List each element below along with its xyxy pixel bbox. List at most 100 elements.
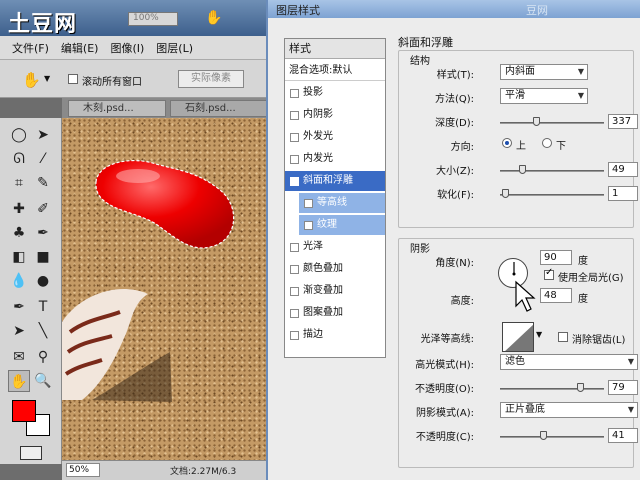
style-item-checkbox[interactable] (290, 173, 299, 193)
style-item-checkbox[interactable] (290, 133, 299, 142)
style-item-color-overlay[interactable]: 颜色叠加 (285, 259, 385, 279)
hand-tool-icon[interactable]: ✋ (22, 71, 41, 89)
direction-down-radio[interactable] (542, 138, 552, 148)
menu-file[interactable]: 文件(F) (12, 40, 49, 56)
direction-up-radio[interactable] (502, 138, 512, 148)
anti-alias-checkbox[interactable] (558, 332, 568, 342)
highlight-opacity-slider[interactable] (500, 383, 604, 392)
eraser-tool-icon[interactable]: ◧ (8, 246, 30, 268)
style-item-checkbox[interactable] (290, 155, 299, 164)
contour-linear-icon (505, 324, 533, 351)
menu-layer[interactable]: 图层(L) (156, 40, 193, 56)
style-item-checkbox[interactable] (290, 331, 299, 340)
gloss-contour-swatch[interactable] (502, 322, 534, 352)
slice-tool-icon[interactable]: ✎ (32, 172, 54, 194)
shadow-opacity-slider[interactable] (500, 431, 604, 440)
clone-stamp-icon[interactable]: ♣ (8, 222, 30, 244)
pen-tool-icon[interactable]: ✒ (8, 296, 30, 318)
marquee-tool-icon[interactable]: ◯ (8, 124, 30, 146)
style-item-checkbox[interactable] (290, 243, 299, 252)
eyedropper-icon[interactable]: ⚲ (32, 346, 54, 368)
status-zoom-field[interactable]: 50% (66, 463, 100, 477)
quick-mask-button[interactable] (20, 446, 42, 460)
zoom-level-dropdown[interactable]: 100% (128, 12, 178, 26)
soften-slider-thumb[interactable] (501, 189, 509, 198)
menu-image[interactable]: 图像(I) (110, 40, 144, 56)
soften-input[interactable]: 1 (608, 186, 638, 201)
altitude-input[interactable]: 48 (540, 288, 572, 303)
angle-label: 角度(N): (435, 258, 474, 269)
document-size-info: 文档:2.27M/6.3 (170, 467, 237, 477)
tab-stone-carving[interactable]: 石刻.psd... (170, 100, 270, 117)
method-dropdown[interactable]: 平滑 (500, 88, 588, 104)
highlight-opacity-slider-thumb[interactable] (576, 383, 584, 392)
angle-input[interactable]: 90 (540, 250, 572, 265)
highlight-opacity-label: 不透明度(O): (414, 384, 474, 395)
highlight-mode-dropdown[interactable]: 滤色 (500, 354, 638, 370)
notes-tool-icon[interactable]: ✉ (8, 346, 30, 368)
shadow-mode-dropdown[interactable]: 正片叠底 (500, 402, 638, 418)
image-canvas[interactable] (62, 118, 270, 460)
style-item-checkbox[interactable] (290, 309, 299, 318)
style-item-checkbox[interactable] (304, 221, 313, 230)
depth-input[interactable]: 337 (608, 114, 638, 129)
chevron-down-icon[interactable]: ▼ (536, 330, 542, 339)
depth-slider-thumb[interactable] (532, 117, 540, 126)
style-item-inner-glow[interactable]: 内发光 (285, 149, 385, 169)
watermark-ghost-title: 豆网 (526, 4, 548, 17)
foreground-color-swatch[interactable] (12, 400, 36, 422)
hand-tool-icon[interactable]: ✋ (8, 370, 30, 392)
lasso-tool-icon[interactable]: ᘏ (8, 148, 30, 170)
path-selection-icon[interactable]: ➤ (8, 320, 30, 342)
healing-brush-icon[interactable]: ✚ (8, 198, 30, 220)
altitude-unit: 度 (578, 294, 588, 305)
crop-tool-icon[interactable]: ⌗ (8, 172, 30, 194)
size-slider[interactable] (500, 165, 604, 174)
style-item-checkbox[interactable] (290, 265, 299, 274)
style-item-checkbox[interactable] (290, 89, 299, 98)
menu-edit[interactable]: 编辑(E) (61, 40, 99, 56)
style-item-outer-glow[interactable]: 外发光 (285, 127, 385, 147)
zoom-tool-icon[interactable]: 🔍 (32, 370, 54, 392)
magic-wand-icon[interactable]: ⁄ (32, 148, 54, 170)
style-item-inner-shadow[interactable]: 内阴影 (285, 105, 385, 125)
blur-tool-icon[interactable]: 💧 (8, 270, 30, 292)
global-light-checkbox[interactable] (544, 267, 554, 280)
brush-tool-icon[interactable]: ✐ (32, 198, 54, 220)
chevron-down-icon[interactable]: ▼ (44, 74, 50, 83)
type-tool-icon[interactable]: T (32, 296, 54, 318)
dialog-titlebar[interactable]: 图层样式 豆网 (268, 0, 640, 18)
style-item-gradient-overlay[interactable]: 渐变叠加 (285, 281, 385, 301)
hand-icon[interactable]: ✋ (205, 10, 222, 26)
blend-options-item[interactable]: 混合选项:默认 (285, 61, 385, 81)
style-list-header[interactable]: 样式 (285, 39, 385, 59)
tab-wood-carving[interactable]: 木刻.psd... (68, 100, 166, 117)
style-item-pattern-overlay[interactable]: 图案叠加 (285, 303, 385, 323)
style-item-checkbox[interactable] (290, 111, 299, 120)
options-bar: ✋ ▼ 滚动所有窗口 实际像素 (0, 60, 270, 98)
dodge-tool-icon[interactable]: ● (32, 270, 54, 292)
history-brush-icon[interactable]: ✒ (32, 222, 54, 244)
method-label: 方法(Q): (434, 94, 474, 105)
style-dropdown[interactable]: 内斜面 (500, 64, 588, 80)
shadow-opacity-input[interactable]: 41 (608, 428, 638, 443)
style-item-stroke[interactable]: 描边 (285, 325, 385, 345)
gradient-tool-icon[interactable]: ■ (32, 246, 54, 268)
highlight-opacity-input[interactable]: 79 (608, 380, 638, 395)
shadow-opacity-slider-thumb[interactable] (539, 431, 547, 440)
style-item-contour[interactable]: 等高线 (299, 193, 385, 213)
highlight-mode-label: 高光模式(H): (415, 360, 474, 371)
style-item-checkbox[interactable] (304, 199, 313, 208)
size-input[interactable]: 49 (608, 162, 638, 177)
soften-slider[interactable] (500, 189, 604, 198)
actual-pixels-button[interactable]: 实际像素 (178, 70, 244, 88)
scroll-all-windows-checkbox[interactable] (68, 74, 78, 84)
depth-slider[interactable] (500, 117, 604, 126)
style-item-bevel-emboss[interactable]: 斜面和浮雕 (285, 171, 385, 193)
line-tool-icon[interactable]: ╲ (32, 320, 54, 342)
style-item-texture[interactable]: 纹理 (299, 215, 385, 235)
style-item-satin[interactable]: 光泽 (285, 237, 385, 257)
style-item-checkbox[interactable] (290, 287, 299, 296)
style-item-drop-shadow[interactable]: 投影 (285, 83, 385, 103)
move-tool-icon[interactable]: ➤ (32, 124, 54, 146)
